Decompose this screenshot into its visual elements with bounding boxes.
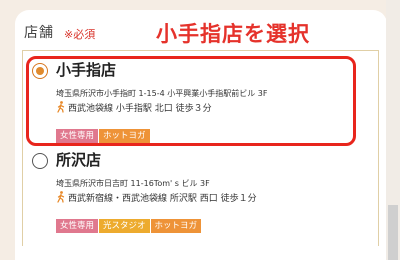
annotation-banner: 小手指店を選択 [156, 22, 310, 46]
access-text: 西武新宿線・西武池袋線 所沢駅 西口 徒歩１分 [68, 194, 257, 204]
tag-list: 女性専用 光スタジオ ホットヨガ [56, 213, 202, 233]
radio-button[interactable] [32, 153, 48, 169]
required-badge: ※必須 [64, 28, 96, 41]
scrollbar-thumb[interactable] [388, 205, 398, 260]
tag-hot-yoga: ホットヨガ [150, 219, 202, 233]
field-label: 店舗 [24, 25, 54, 41]
tag-light-studio: 光スタジオ [99, 219, 150, 233]
tag-women-only: 女性専用 [56, 219, 99, 233]
store-access: 西武新宿線・西武池袋線 所沢駅 西口 徒歩１分 [56, 191, 257, 204]
store-name: 所沢店 [56, 151, 102, 169]
store-address: 埼玉県所沢市日吉町 11-16Tom' s ビル 3F [56, 179, 210, 188]
selection-highlight [26, 56, 356, 146]
walking-person-icon [57, 191, 65, 203]
